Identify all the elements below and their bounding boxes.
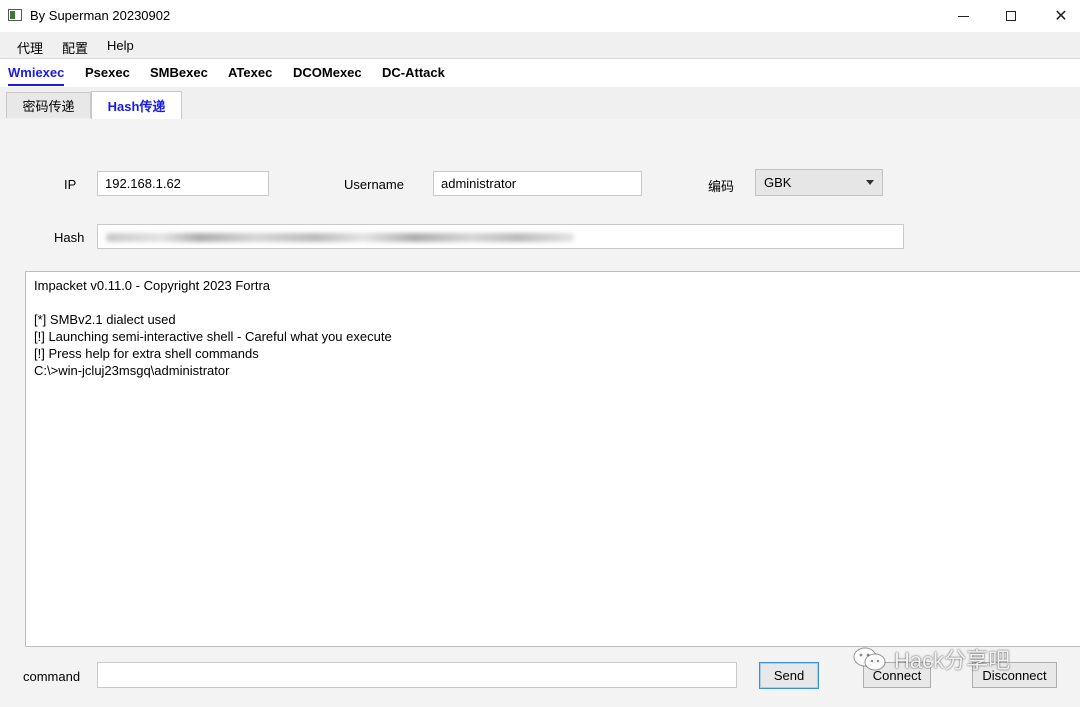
menu-bar: 代理 配置 Help	[0, 32, 1080, 58]
console-line: [!] Launching semi-interactive shell - C…	[34, 329, 392, 344]
console-line: C:\>win-jcluj23msgq\administrator	[34, 363, 230, 378]
minimize-button[interactable]	[940, 0, 986, 32]
maximize-button[interactable]	[988, 0, 1034, 32]
tab-psexec[interactable]: Psexec	[85, 65, 130, 80]
hash-field[interactable]	[97, 224, 904, 249]
tab-smbexec[interactable]: SMBexec	[150, 65, 208, 80]
sub-tab-bar: 密码传递 Hash传递	[0, 87, 1080, 119]
close-button[interactable]: ✕	[1038, 0, 1080, 32]
encoding-label: 编码	[708, 179, 735, 194]
encoding-value: GBK	[764, 175, 792, 190]
console-output[interactable]: Impacket v0.11.0 - Copyright 2023 Fortra…	[25, 271, 1080, 647]
console-line: [*] SMBv2.1 dialect used	[34, 312, 176, 327]
tab-atexec[interactable]: ATexec	[228, 65, 272, 80]
maximize-icon	[1006, 11, 1016, 21]
hash-label: Hash	[54, 230, 85, 245]
title-bar: By Superman 20230902 ✕	[0, 0, 1080, 32]
tab-password-pass[interactable]: 密码传递	[6, 92, 91, 118]
console-line: Impacket v0.11.0 - Copyright 2023 Fortra	[34, 278, 271, 293]
tool-tab-bar: Wmiexec Psexec SMBexec ATexec DCOMexec D…	[0, 58, 1080, 88]
console-line: [!] Press help for extra shell commands	[34, 346, 259, 361]
tab-dcomexec[interactable]: DCOMexec	[293, 65, 362, 80]
username-field[interactable]: administrator	[433, 171, 642, 196]
command-label: command	[23, 669, 81, 684]
send-button[interactable]: Send	[759, 662, 819, 689]
encoding-select[interactable]: GBK	[755, 169, 883, 196]
watermark-text: Hack分享吧	[894, 648, 1011, 673]
username-label: Username	[344, 177, 404, 192]
menu-help[interactable]: Help	[107, 38, 134, 53]
chevron-down-icon	[866, 180, 874, 185]
wechat-icon	[852, 646, 888, 672]
ip-field[interactable]: 192.168.1.62	[97, 171, 269, 196]
menu-proxy[interactable]: 代理	[17, 38, 43, 57]
app-icon	[8, 9, 22, 21]
redacted-hash-value	[106, 233, 574, 242]
minimize-icon	[957, 15, 969, 17]
watermark: Hack分享吧	[852, 644, 1048, 674]
close-icon: ✕	[1054, 8, 1068, 25]
tab-dc-attack[interactable]: DC-Attack	[382, 65, 445, 80]
ip-label: IP	[64, 177, 77, 192]
window-title: By Superman 20230902	[30, 8, 171, 23]
tab-hash-pass[interactable]: Hash传递	[91, 91, 182, 119]
menu-config[interactable]: 配置	[62, 38, 88, 57]
tab-wmiexec[interactable]: Wmiexec	[8, 65, 65, 86]
command-input[interactable]	[97, 662, 737, 688]
